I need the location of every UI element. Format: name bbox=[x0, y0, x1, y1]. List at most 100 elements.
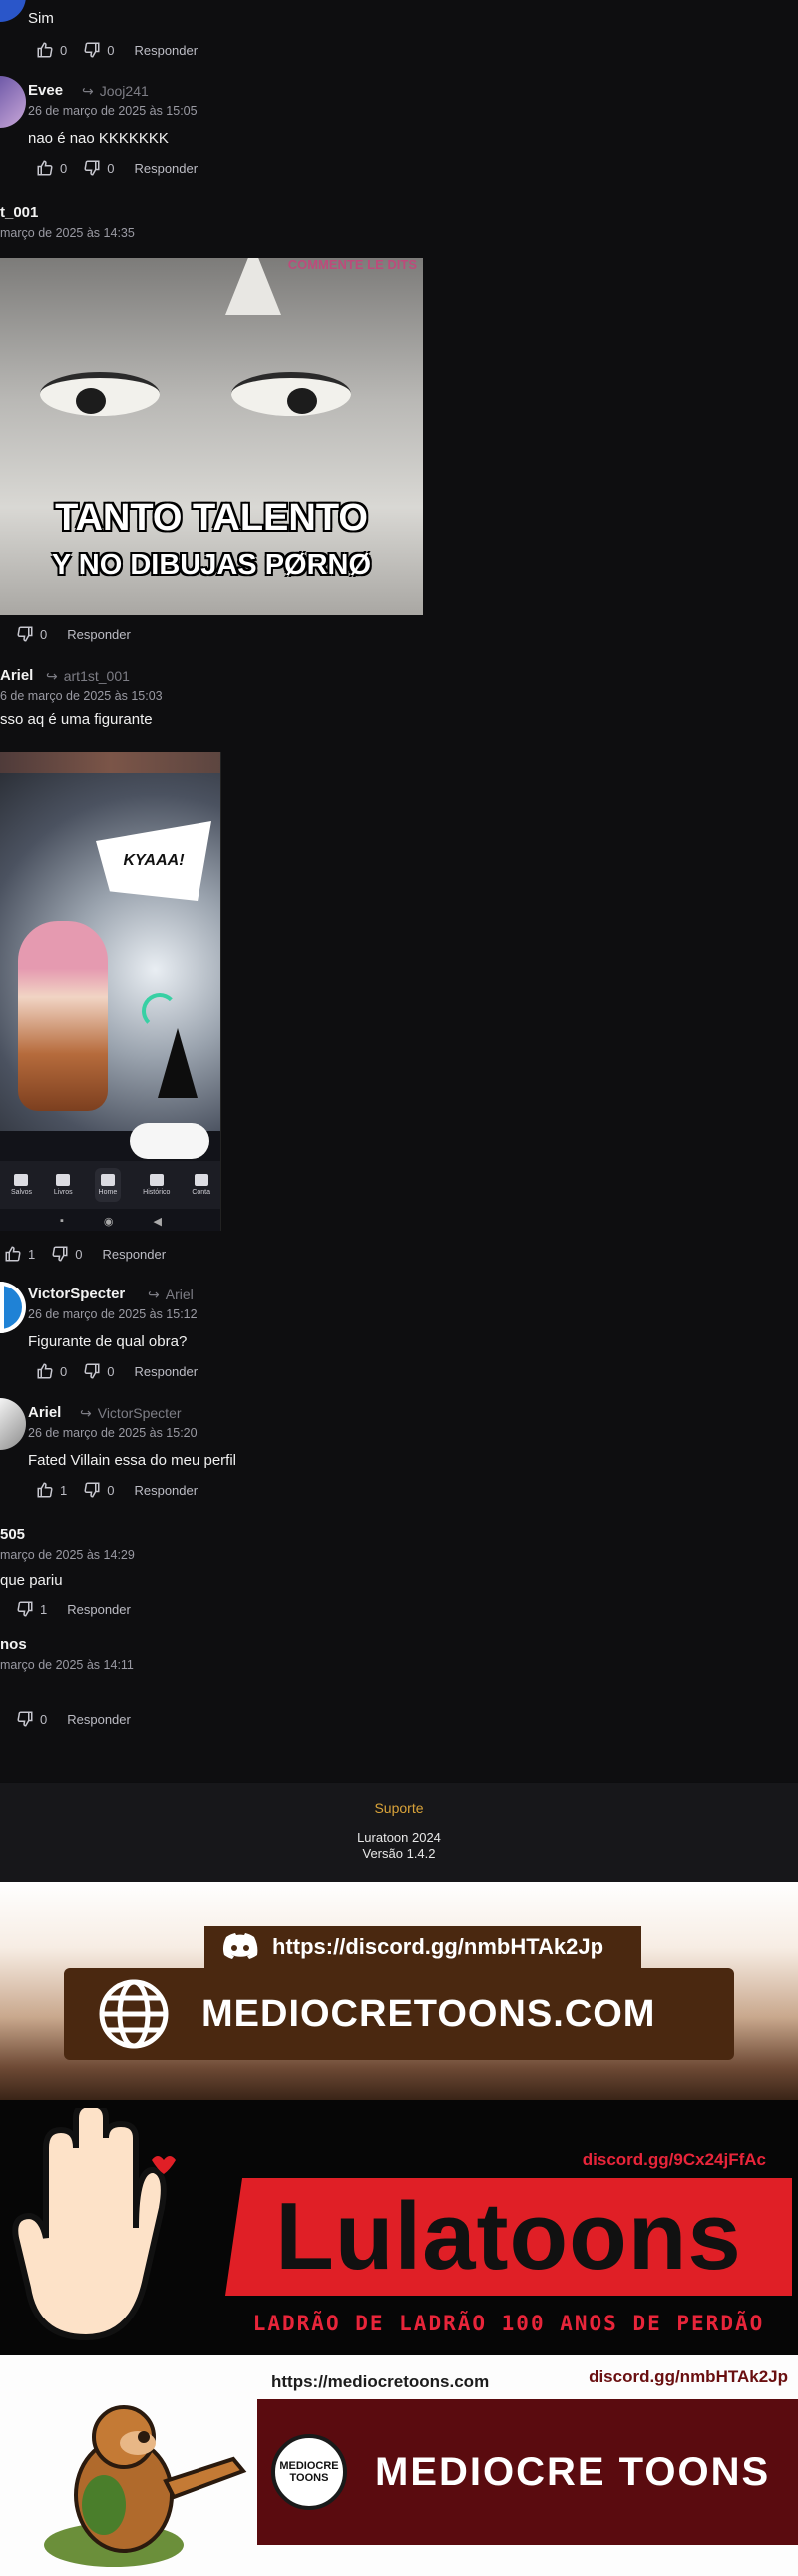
meme-watermark: COMMENTE LE DITS bbox=[287, 258, 417, 272]
like-button[interactable]: 0 bbox=[36, 159, 67, 177]
book-icon bbox=[56, 1174, 71, 1186]
mediocre-title: MEDIOCRE TOONS bbox=[375, 2449, 771, 2494]
avatar[interactable] bbox=[0, 0, 26, 22]
reply-button[interactable]: Responder bbox=[134, 1364, 198, 1379]
comment-author[interactable]: t_001 bbox=[0, 204, 38, 221]
reply-to[interactable]: ↪ art1st_001 bbox=[46, 668, 130, 685]
like-button[interactable]: 1 bbox=[4, 1245, 35, 1263]
meme-caption-2: Y NO DIBUJAS PØRNØ bbox=[51, 549, 372, 581]
reply-to[interactable]: ↪ VictorSpecter bbox=[80, 1405, 182, 1422]
mediocre-url[interactable]: https://mediocretoons.com bbox=[271, 2372, 489, 2392]
dislike-button[interactable]: 0 bbox=[51, 1245, 82, 1263]
reply-button[interactable]: Responder bbox=[134, 43, 198, 58]
history-icon bbox=[149, 1174, 164, 1186]
comment-actions: 0 0 Responder bbox=[36, 1362, 213, 1380]
dislike-button[interactable]: 0 bbox=[83, 41, 114, 59]
mediocre-discord[interactable]: discord.gg/nmbHTAk2Jp bbox=[589, 2367, 788, 2387]
reply-to[interactable]: ↪ Ariel bbox=[148, 1287, 194, 1303]
thumbs-down-icon bbox=[84, 42, 100, 58]
reply-button[interactable]: Responder bbox=[134, 161, 198, 176]
nav-saved: Salvos bbox=[11, 1174, 32, 1196]
reply-arrow-icon: ↪ bbox=[82, 83, 94, 99]
dislike-button[interactable]: 0 bbox=[83, 1362, 114, 1380]
nav-account: Conta bbox=[192, 1174, 210, 1196]
like-button[interactable]: 1 bbox=[36, 1481, 67, 1499]
support-link[interactable]: Suporte bbox=[0, 1801, 798, 1816]
cat-eye bbox=[40, 372, 160, 416]
version-text: Versão 1.4.2 bbox=[362, 1846, 436, 1861]
dislike-button[interactable]: 0 bbox=[83, 159, 114, 177]
mediocretoons-banner[interactable]: https://discord.gg/nmbHTAk2Jp MEDIOCRETO… bbox=[0, 1882, 798, 2100]
comment-author[interactable]: nos bbox=[0, 1636, 27, 1653]
reply-button[interactable]: Responder bbox=[134, 1483, 198, 1498]
cat-ear bbox=[225, 258, 281, 315]
comment-author[interactable]: Ariel bbox=[0, 667, 33, 684]
reply-arrow-icon: ↪ bbox=[148, 1287, 160, 1302]
reply-to[interactable]: ↪ Jooj241 bbox=[82, 83, 149, 100]
dislike-button[interactable]: 0 bbox=[16, 625, 47, 643]
nav-books: Livros bbox=[54, 1174, 73, 1196]
manga-character bbox=[18, 921, 108, 1111]
meme-image[interactable]: COMMENTE LE DITS TANTO TALENTO Y NO DIBU… bbox=[0, 258, 423, 615]
comment-date: 26 de março de 2025 às 15:20 bbox=[28, 1426, 198, 1440]
lula-title: Lulatoons bbox=[275, 2183, 742, 2290]
raised-hand-icon bbox=[12, 2108, 176, 2341]
reply-button[interactable]: Responder bbox=[102, 1247, 166, 1262]
recent-apps-icon: ▪ bbox=[60, 1215, 64, 1227]
screenshot-header bbox=[0, 752, 220, 773]
dislike-button[interactable]: 0 bbox=[16, 1710, 47, 1728]
comment-date: março de 2025 às 14:11 bbox=[0, 1658, 134, 1672]
site-footer: Suporte Luratoon 2024 Versão 1.4.2 bbox=[0, 1783, 798, 1882]
lula-title-box: Lulatoons bbox=[225, 2178, 792, 2296]
dislike-button[interactable]: 1 bbox=[16, 1600, 47, 1618]
comment-actions: 1 0 Responder bbox=[36, 1481, 213, 1499]
like-button[interactable]: 0 bbox=[36, 1362, 67, 1380]
comment-author[interactable]: 505 bbox=[0, 1526, 25, 1543]
empty-bubble bbox=[130, 1123, 209, 1159]
like-button[interactable]: 0 bbox=[36, 41, 67, 59]
reply-button[interactable]: Responder bbox=[67, 1712, 131, 1727]
comment-date: março de 2025 às 14:35 bbox=[0, 226, 135, 240]
lula-discord-link[interactable]: discord.gg/9Cx24jFfAc bbox=[583, 2150, 766, 2170]
speech-bubble: KYAAA! bbox=[96, 821, 211, 901]
reply-button[interactable]: Responder bbox=[67, 627, 131, 642]
dislike-button[interactable]: 0 bbox=[83, 1481, 114, 1499]
lulatoons-banner[interactable]: discord.gg/9Cx24jFfAc Lulatoons LADRÃO D… bbox=[0, 2100, 798, 2355]
manga-panel: KYAAA! bbox=[0, 773, 220, 1131]
mediocre-logo: MEDIOCRE TOONS bbox=[271, 2434, 347, 2510]
comment-text: nao é nao KKKKKKK bbox=[28, 130, 169, 147]
reply-button[interactable]: Responder bbox=[67, 1602, 131, 1617]
thumbs-down-icon bbox=[17, 1601, 33, 1617]
dark-figure bbox=[158, 1028, 198, 1098]
thumbs-down-icon bbox=[52, 1246, 68, 1262]
thumbs-up-icon bbox=[37, 1363, 53, 1379]
thumbs-down-icon bbox=[17, 1711, 33, 1727]
avatar[interactable] bbox=[0, 1398, 26, 1450]
avatar[interactable] bbox=[0, 1282, 26, 1333]
cartoon-bear-illustration bbox=[44, 2405, 247, 2567]
comment-text: Sim bbox=[28, 10, 54, 27]
thumbs-down-icon bbox=[17, 626, 33, 642]
reply-arrow-icon: ↪ bbox=[80, 1405, 92, 1421]
discord-link[interactable]: https://discord.gg/nmbHTAk2Jp bbox=[204, 1926, 641, 1968]
attached-screenshot[interactable]: KYAAA! Salvos Livros Home Histórico Cont… bbox=[0, 752, 221, 1231]
thumbs-up-icon bbox=[37, 160, 53, 176]
meme-caption-1: TANTO TALENTO bbox=[55, 497, 368, 539]
cat-eye bbox=[231, 372, 351, 416]
mediocre-toons-banner[interactable]: https://mediocretoons.com discord.gg/nmb… bbox=[0, 2355, 798, 2576]
comment-date: 26 de março de 2025 às 15:05 bbox=[28, 104, 198, 118]
screenshot-nav: Salvos Livros Home Histórico Conta bbox=[0, 1161, 220, 1209]
comment-author[interactable]: Evee bbox=[28, 82, 63, 99]
domain-box[interactable]: MEDIOCRETOONS.COM bbox=[64, 1968, 734, 2060]
thumbs-down-icon bbox=[84, 1482, 100, 1498]
mediocre-title-box: MEDIOCRE TOONS MEDIOCRE TOONS bbox=[257, 2399, 798, 2545]
comment-actions: 0 Responder bbox=[0, 1710, 147, 1728]
comment-author[interactable]: VictorSpecter bbox=[28, 1286, 125, 1302]
avatar[interactable] bbox=[0, 76, 26, 128]
nav-home: Home bbox=[94, 1168, 122, 1202]
user-icon bbox=[194, 1174, 208, 1186]
comment-text: Fated Villain essa do meu perfil bbox=[28, 1452, 237, 1469]
scythe-shape bbox=[142, 993, 178, 1029]
comment-text: sso aq é uma figurante bbox=[0, 711, 153, 728]
comment-author[interactable]: Ariel bbox=[28, 1404, 61, 1421]
